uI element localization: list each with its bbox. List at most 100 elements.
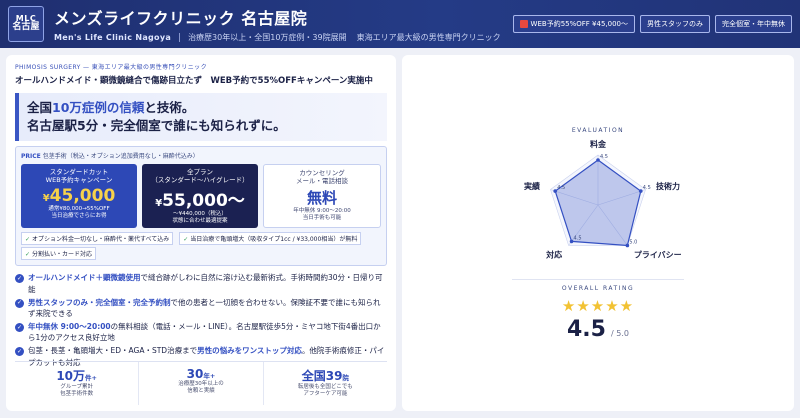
check-icon: ✓ <box>183 236 189 244</box>
evaluation-panel: EVALUATION 4.5 料金 4.5 技術力 5.0 プライバシー 4.5 対応 4.5 実… <box>402 55 794 411</box>
note-text: 分割払い・カード対応 <box>31 251 92 259</box>
web-discount-badge[interactable]: WEB予約55%OFF ¥45,000〜 <box>512 15 635 33</box>
card-note-1: 通常¥80,000→55%OFF <box>48 205 110 212</box>
price-label: PRICE <box>21 153 41 161</box>
list-item: ✓ 年中無休 9:00〜20:00の無料相談（電話・メール・LINE）。名古屋駅… <box>15 321 387 344</box>
radar-axis-label: 技術力 <box>656 181 680 191</box>
note-text: 当日治療で亀頭増大（吸収タイプ1cc / ¥33,000相当）が無料 <box>190 236 358 244</box>
check-circle-icon: ✓ <box>15 322 24 332</box>
stat-desc-2: 信頼と実績 <box>187 388 215 395</box>
check-circle-icon: ✓ <box>15 298 24 308</box>
private-room-badge[interactable]: 完全個室・年中無休 <box>715 15 792 33</box>
card-price: 無料 <box>264 187 380 208</box>
clinic-logo[interactable]: MLC 名古屋 <box>8 6 44 42</box>
stat-cases: 10万件+ グループ累計 包茎手術件数 <box>15 362 140 405</box>
page-title: メンズライフクリニック 名古屋院 <box>54 9 308 28</box>
card-note-1: 〜¥440,000（税込） <box>173 210 227 217</box>
logo-bottom: 名古屋 <box>12 22 40 33</box>
divider <box>179 33 181 42</box>
stat-clinics: 全国39院 転居後も全国どこでも アフターケア可能 <box>264 362 387 405</box>
tagline-2: 東海エリア最大級の男性専門クリニック <box>356 33 501 42</box>
stat-value: 30年+ <box>139 367 262 381</box>
feature-text: 年中無休 9:00〜20:00の無料相談（電話・メール・LINE）。名古屋駅徒歩… <box>28 321 387 344</box>
radar-value-label: 4.5 <box>600 154 608 160</box>
feature-text: オールハンドメイド＋顕微鏡使用で縫合跡がしわに自然に溶け込む最新術式。手術時間約… <box>28 272 387 295</box>
stat-unit: 件+ <box>85 374 97 382</box>
price-box: PRICE 包茎手術（税込・オプション追加費用なし・麻酔代込み） スタンダードカ… <box>15 146 387 267</box>
badge-label: WEB予約55%OFF ¥45,000〜 <box>530 20 628 28</box>
check-icon: ✓ <box>25 236 31 244</box>
gift-icon <box>519 20 528 28</box>
feature-emphasis: 年中無休 9:00〜20:00 <box>28 321 111 331</box>
stats-row: 10万件+ グループ累計 包茎手術件数 30年+ 治療歴30年以上の 信頼と実績… <box>15 361 387 405</box>
stat-value: 全国39院 <box>264 367 387 384</box>
stat-desc-2: 包茎手術件数 <box>60 391 94 398</box>
feature-emphasis: 男性の悩みをワンストップ対応 <box>197 346 302 355</box>
price-amount: 55,000〜 <box>162 190 245 211</box>
kicker: PHIMOSIS SURGERY — 東海エリア最大級の男性専門クリニック <box>15 64 207 71</box>
evaluation-title: EVALUATION <box>571 127 625 134</box>
radar-chart: 4.5 料金 4.5 技術力 5.0 プライバシー 4.5 対応 4.5 実績 <box>524 139 682 259</box>
score-max: / 5.0 <box>611 329 630 338</box>
overall-rating-title: OVERALL RATING <box>561 285 635 292</box>
feature-emphasis: オールハンドメイド＋顕微鏡使用 <box>28 273 141 283</box>
note-text: オプション料金一切なし・麻酔代・薬代すべて込み <box>31 236 170 244</box>
badge-label: 男性スタッフのみ <box>647 20 703 28</box>
price-card-standard[interactable]: スタンダードカット WEB予約キャンペーン ¥45,000 通常¥80,000→… <box>21 164 137 229</box>
stat-number: 10万 <box>56 369 86 383</box>
hero-highlight: 10万症例の信頼 <box>52 100 145 115</box>
price-card-all-plans[interactable]: 全プラン （スタンダード〜ハイグレード） ¥55,000〜 〜¥440,000（… <box>142 164 258 229</box>
brand-subtitle: Men's Life Clinic Nagoya 治療歴30年以上・全国10万症… <box>54 32 511 43</box>
price-cards: スタンダードカット WEB予約キャンペーン ¥45,000 通常¥80,000→… <box>21 164 381 229</box>
overall-score: 4.5 / 5.0 <box>402 317 794 342</box>
check-circle-icon: ✓ <box>15 274 24 284</box>
price-description: 包茎手術（税込・オプション追加費用なし・麻酔代込み） <box>42 153 199 161</box>
radar-axis-label: プライバシー <box>634 249 682 259</box>
feature-list: ✓ オールハンドメイド＋顕微鏡使用で縫合跡がしわに自然に溶け込む最新術式。手術時… <box>15 272 387 368</box>
tagline-1: 治療歴30年以上・全国10万症例・39院展開 <box>188 33 347 42</box>
price-notes: ✓ オプション料金一切なし・麻酔代・薬代すべて込み ✓ 当日治療で亀頭増大（吸収… <box>21 232 381 261</box>
stat-number: 30 <box>186 367 204 381</box>
stat-unit: 院 <box>342 374 349 382</box>
card-price: ¥55,000〜 <box>142 186 258 211</box>
price-note: ✓ 分割払い・カード対応 <box>21 247 96 261</box>
card-price: ¥45,000 <box>21 186 137 206</box>
lead-text: オールハンドメイド・顕微鏡縫合で傷跡目立たず WEB予約で55%OFFキャンペー… <box>15 76 373 86</box>
stat-desc-2: アフターケア可能 <box>303 391 348 398</box>
feature-text: 男性スタッフのみ・完全個室・完全予約制で他の患者と一切顔を合わせない。保険証不要… <box>28 297 387 320</box>
radar-axis-label: 対応 <box>545 249 562 259</box>
hero-line-1: 全国10万症例の信頼と技術。 <box>27 99 379 117</box>
score-value: 4.5 <box>566 317 606 342</box>
radar-value-label: 4.5 <box>643 185 651 191</box>
radar-axis-label: 料金 <box>590 139 607 149</box>
feature-body: 包茎・長茎・亀頭増大・ED・AGA・STD治療まで <box>28 346 198 355</box>
price-amount: 無料 <box>306 188 337 207</box>
price-header: PRICE 包茎手術（税込・オプション追加費用なし・麻酔代込み） <box>21 151 381 160</box>
radar-value-label: 5.0 <box>629 239 637 245</box>
radar-axis-label: 実績 <box>524 181 540 191</box>
header-badges: WEB予約55%OFF ¥45,000〜 男性スタッフのみ 完全個室・年中無休 <box>512 15 792 33</box>
radar-value-label: 4.5 <box>557 185 565 191</box>
price-note: ✓ オプション料金一切なし・麻酔代・薬代すべて込み <box>21 232 174 246</box>
subtitle-en: Men's Life Clinic Nagoya <box>54 33 172 42</box>
price-amount: 45,000 <box>49 185 116 206</box>
star-rating: ★★★★★ <box>561 297 635 315</box>
header: MLC 名古屋 メンズライフクリニック 名古屋院 Men's Life Clin… <box>0 0 800 48</box>
list-item: ✓ オールハンドメイド＋顕微鏡使用で縫合跡がしわに自然に溶け込む最新術式。手術時… <box>15 272 387 295</box>
hero-banner: 全国10万症例の信頼と技術。 名古屋駅5分・完全個室で誰にも知られずに。 <box>15 93 387 142</box>
card-note-2: 当日手術も可能 <box>302 214 342 221</box>
hero-line-2: 名古屋駅5分・完全個室で誰にも知られずに。 <box>27 118 286 134</box>
radar-value-label: 4.5 <box>574 235 582 241</box>
stat-number: 全国39 <box>301 369 343 383</box>
card-subtitle: （スタンダード〜ハイグレード） <box>151 176 249 185</box>
yen-sign: ¥ <box>42 192 50 204</box>
price-card-counseling[interactable]: カウンセリング メール・電話相談 無料 年中無休 9:00〜20:00 当日手術… <box>263 164 381 229</box>
brand: メンズライフクリニック 名古屋院 Men's Life Clinic Nagoy… <box>54 5 511 43</box>
stat-unit: 年+ <box>203 372 216 380</box>
clinic-info-panel: PHIMOSIS SURGERY — 東海エリア最大級の男性専門クリニック オー… <box>6 55 396 411</box>
male-staff-badge[interactable]: 男性スタッフのみ <box>640 15 710 33</box>
check-icon: ✓ <box>25 251 31 259</box>
card-note-2: 状態に合わせ最適提案 <box>172 217 228 224</box>
hero-pre: 全国 <box>27 100 53 115</box>
price-note: ✓ 当日治療で亀頭増大（吸収タイプ1cc / ¥33,000相当）が無料 <box>179 232 362 246</box>
